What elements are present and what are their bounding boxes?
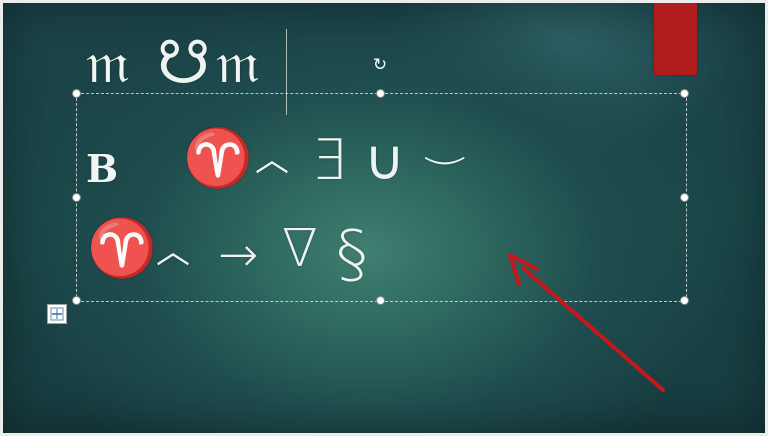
slide-canvas[interactable]: 𝔪 ☋ 𝔪 ↻ B ♈ ︿ ∃ ∪ ‿ ♈ ︿ → ∇ § — [3, 3, 765, 433]
red-annotation-arrow — [508, 253, 665, 392]
